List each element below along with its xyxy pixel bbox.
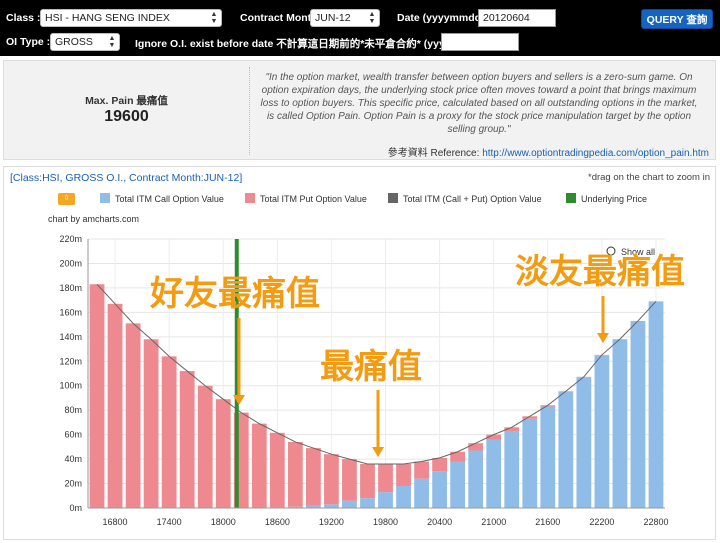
y-tick-label: 180m	[59, 283, 82, 293]
bar-call	[468, 450, 484, 508]
bar-call	[360, 498, 375, 508]
bar-call	[504, 430, 520, 508]
y-tick-label: 0m	[69, 503, 82, 513]
x-tick-label: 22800	[643, 517, 668, 527]
annotation-arrowhead	[597, 333, 609, 343]
y-tick-label: 60m	[64, 430, 82, 440]
bar-call	[612, 339, 628, 508]
y-tick-label: 20m	[64, 479, 82, 489]
bar-call	[576, 377, 592, 508]
bar-put	[378, 463, 393, 493]
bar-put	[414, 461, 429, 479]
y-tick-label: 80m	[64, 405, 82, 415]
bar-put	[269, 432, 285, 508]
bar-put	[360, 463, 375, 499]
bar-put	[107, 303, 123, 508]
y-tick-label: 40m	[64, 454, 82, 464]
bar-call	[630, 320, 646, 508]
bar-put	[143, 339, 159, 508]
x-tick-label: 18000	[211, 517, 236, 527]
x-tick-label: 22200	[589, 517, 614, 527]
x-tick-label: 21600	[535, 517, 560, 527]
y-tick-label: 120m	[59, 356, 82, 366]
x-tick-label: 19800	[373, 517, 398, 527]
bar-put	[342, 459, 357, 501]
bar-put	[215, 399, 231, 508]
x-tick-label: 17400	[157, 517, 182, 527]
bar-put	[161, 356, 177, 508]
annotation-arrowhead	[372, 447, 384, 457]
bar-put	[125, 323, 141, 508]
y-tick-label: 100m	[59, 381, 82, 391]
bar-call	[396, 485, 411, 508]
bar-call	[342, 500, 357, 508]
annotation-label: 最痛值	[320, 348, 422, 386]
bar-call	[378, 492, 393, 508]
y-tick-label: 140m	[59, 332, 82, 342]
x-tick-label: 16800	[103, 517, 128, 527]
bar-put	[324, 454, 339, 505]
bar-put	[179, 371, 195, 508]
x-tick-label: 20400	[427, 517, 452, 527]
bar-call	[558, 391, 574, 508]
y-tick-label: 200m	[59, 258, 82, 268]
bar-call	[522, 418, 538, 508]
bar-call	[324, 504, 339, 508]
bar-call	[540, 406, 556, 508]
y-tick-label: 160m	[59, 307, 82, 317]
bar-put	[396, 463, 411, 486]
bar-call	[414, 478, 429, 508]
bar-put	[468, 443, 484, 451]
annotation-label: 淡友最痛值	[515, 253, 685, 291]
max-pain-chart[interactable]: 0m 20m 40m 60m 80m 100m 120m 140m 160m 180m 200m 22…	[0, 0, 720, 543]
bar-call	[594, 355, 610, 508]
bar-call	[648, 301, 664, 508]
bar-put	[432, 457, 448, 472]
x-tick-label: 18600	[265, 517, 290, 527]
y-tick-label: 220m	[59, 234, 82, 244]
bar-put	[89, 284, 105, 508]
bar-put	[197, 385, 213, 508]
bar-put	[251, 423, 267, 508]
bar-put	[287, 441, 303, 507]
bar-call	[486, 439, 502, 508]
x-tick-label: 19200	[319, 517, 344, 527]
annotation-label: 好友最痛值	[149, 275, 320, 313]
x-tick-label: 21000	[481, 517, 506, 527]
bar-call	[450, 461, 466, 508]
bar-put	[305, 448, 321, 506]
bar-call	[432, 471, 448, 508]
